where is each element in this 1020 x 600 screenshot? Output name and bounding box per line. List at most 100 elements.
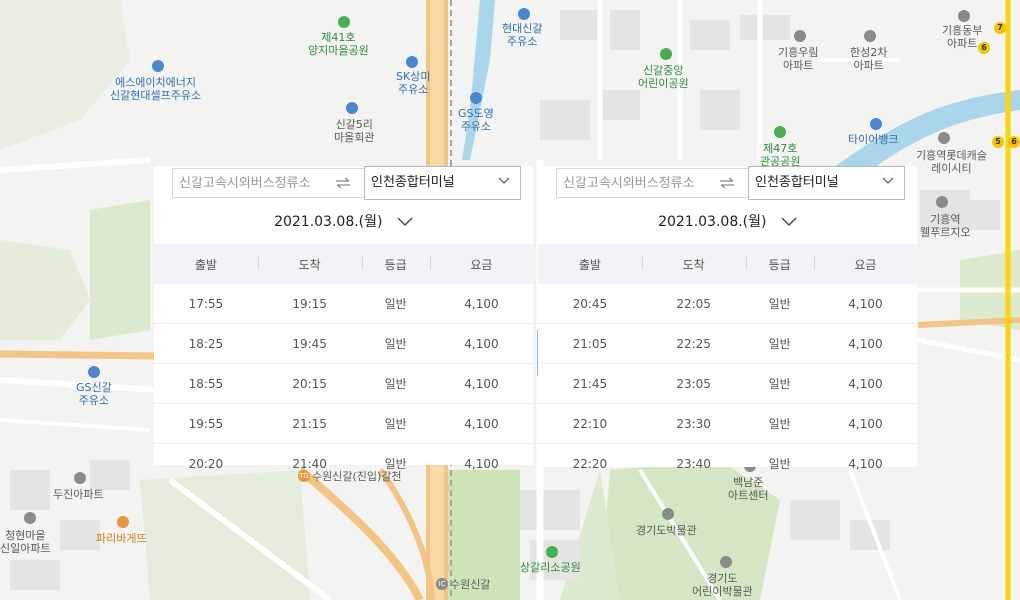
fare: 4,100 [813, 403, 917, 444]
bus-grade: 일반 [745, 284, 814, 324]
table-row: 21:05 22:25 일반 4,100 [538, 323, 917, 364]
building-icon [864, 30, 876, 42]
fare: 4,100 [848, 456, 883, 471]
map-label-gs-do[interactable]: GS도영 주유소 [458, 107, 494, 133]
departure-time: 20:45 [538, 284, 642, 324]
table-row: 20:45 22:05 일반 4,100 [538, 284, 917, 324]
table-row: 17:55 19:15 일반 4,100 [154, 284, 533, 324]
map-label-dujin[interactable]: 두진아파트 [53, 488, 104, 501]
gas-station-icon [406, 56, 418, 68]
map-label-gg-children[interactable]: 경기도 어린이박물관 [692, 572, 753, 598]
building-icon [24, 512, 36, 524]
fare: 4,100 [464, 456, 499, 471]
arrival-time: 23:40 [676, 456, 711, 471]
interchange-icon: IC [436, 578, 448, 590]
column-header-grade: 등급 [361, 244, 430, 284]
chevron-down-icon [781, 217, 797, 226]
departure-time: 22:20 [572, 456, 608, 471]
bus-schedule-panel: 신갈고속시외버스정류소 인천종합터미널 2021.03.08.(월) 출발 도착… [538, 166, 917, 471]
map-label-hansung[interactable]: 한성2차 아파트 [850, 46, 887, 72]
map-label-giheung-woorim[interactable]: 기흥우림 아파트 [778, 46, 818, 72]
chevron-down-icon [882, 177, 894, 184]
arrival-time: 22:25 [641, 323, 746, 364]
table-row: 21:45 23:05 일반 4,100 [538, 363, 917, 404]
map-label-suwon-singal[interactable]: 수원신갈 [450, 578, 490, 591]
departure-terminal-input[interactable]: 신갈고속시외버스정류소 [556, 168, 706, 198]
fare: 4,100 [813, 323, 917, 364]
museum-icon [720, 556, 732, 568]
map-label-tirebank[interactable]: 타이어뱅크 [848, 133, 899, 146]
schedule-table: 출발 도착 등급 요금 20:45 22:05 일반 4,100 21:05 2… [538, 244, 917, 483]
map-label-s-energy[interactable]: 에스에이치에너지 신갈현대셀프주유소 [110, 76, 201, 102]
departure-terminal-input[interactable]: 신갈고속시외버스정류소 [172, 168, 322, 198]
subway-line-badge: 7 [994, 22, 1006, 34]
subway-line-badge: 6 [978, 42, 990, 54]
fare: 4,100 [429, 284, 533, 324]
park-icon [774, 126, 786, 138]
map-label-cheonghyeon[interactable]: 청현마을 신일아파트 [0, 529, 51, 555]
column-header-arrival: 도착 [641, 244, 746, 284]
gas-station-icon [88, 366, 100, 378]
column-header-grade: 등급 [745, 244, 814, 284]
building-icon [958, 10, 970, 22]
arrival-time: 22:05 [641, 284, 746, 324]
bus-grade: 일반 [745, 363, 814, 404]
departure-time: 19:55 [154, 403, 258, 444]
chevron-down-icon [498, 177, 510, 184]
arrival-time: 23:30 [641, 403, 746, 444]
column-header-departure: 출발 [538, 244, 642, 284]
chevron-down-icon [397, 217, 413, 226]
departure-time: 22:10 [538, 403, 642, 444]
column-header-fare: 요금 [813, 244, 917, 284]
map-label-singal5[interactable]: 신갈5리 마을회관 [334, 118, 374, 144]
arrival-terminal-select[interactable]: 인천종합터미널 [364, 166, 521, 200]
bus-grade: 일반 [384, 457, 407, 471]
swap-route-button[interactable] [322, 168, 364, 198]
map-label-gs-singal[interactable]: GS신갈 주유소 [76, 381, 112, 407]
swap-arrows-icon [336, 177, 350, 189]
map-label-hyundai[interactable]: 현대신갈 주유소 [502, 22, 542, 48]
map-label-sk[interactable]: SK상미 주유소 [396, 70, 430, 96]
selected-date: 2021.03.08.(월) [658, 214, 767, 230]
bus-grade: 일반 [361, 403, 430, 444]
map-label-yangji[interactable]: 제41호 양지마을공원 [308, 31, 369, 57]
swap-route-button[interactable] [706, 168, 748, 198]
fare: 4,100 [429, 403, 533, 444]
table-row: 22:20 23:40 일반 4,100 [538, 444, 917, 484]
map-label-park47[interactable]: 제47호 관공공원 [760, 142, 800, 168]
route-selector: 신갈고속시외버스정류소 인천종합터미널 [538, 166, 917, 202]
departure-time: 20:20 [188, 456, 224, 471]
gas-station-icon [518, 8, 530, 20]
date-selector[interactable]: 2021.03.08.(월) [154, 208, 533, 236]
arrival-time: 19:45 [257, 323, 362, 364]
bus-grade: 일반 [361, 323, 430, 364]
subway-line-badge: 6 [1008, 136, 1020, 148]
date-selector[interactable]: 2021.03.08.(월) [538, 208, 917, 236]
table-header-row: 출발 도착 등급 요금 [154, 244, 533, 284]
fare: 4,100 [813, 363, 917, 404]
column-header-fare: 요금 [429, 244, 533, 284]
schedule-table: 출발 도착 등급 요금 17:55 19:15 일반 4,100 18:25 1… [154, 244, 533, 483]
table-row: 19:55 21:15 일반 4,100 [154, 403, 533, 444]
departure-time: 17:55 [154, 284, 258, 324]
map-label-sincheon[interactable]: 신갈중앙 어린이공원 [638, 64, 689, 90]
bus-grade: 일반 [745, 323, 814, 364]
park-icon [660, 48, 672, 60]
arrival-terminal-select[interactable]: 인천종합터미널 [748, 166, 905, 200]
column-header-arrival: 도착 [257, 244, 362, 284]
map-label-giheung-dongbu[interactable]: 기흥동부 아파트 [942, 24, 982, 50]
park-icon [546, 546, 558, 558]
arrival-time: 21:40 [292, 456, 327, 471]
map-label-sanggalriso[interactable]: 상갈리소공원 [520, 561, 581, 574]
fork-knife-icon [117, 516, 129, 528]
arrival-time: 23:05 [641, 363, 746, 404]
bus-grade: 일반 [745, 403, 814, 444]
map-label-gg-museum[interactable]: 경기도박물관 [636, 524, 697, 537]
building-icon [794, 30, 806, 42]
map-label-paris[interactable]: 파리바게뜨 [96, 532, 147, 545]
map-label-prugio[interactable]: 기흥역 웰푸르지오 [920, 213, 971, 239]
park-icon [338, 16, 350, 28]
bus-grade: 일반 [768, 457, 791, 471]
map-label-lotte-castle[interactable]: 기흥역롯데캐슬 레이시티 [916, 149, 987, 175]
arrival-time: 20:15 [257, 363, 362, 404]
